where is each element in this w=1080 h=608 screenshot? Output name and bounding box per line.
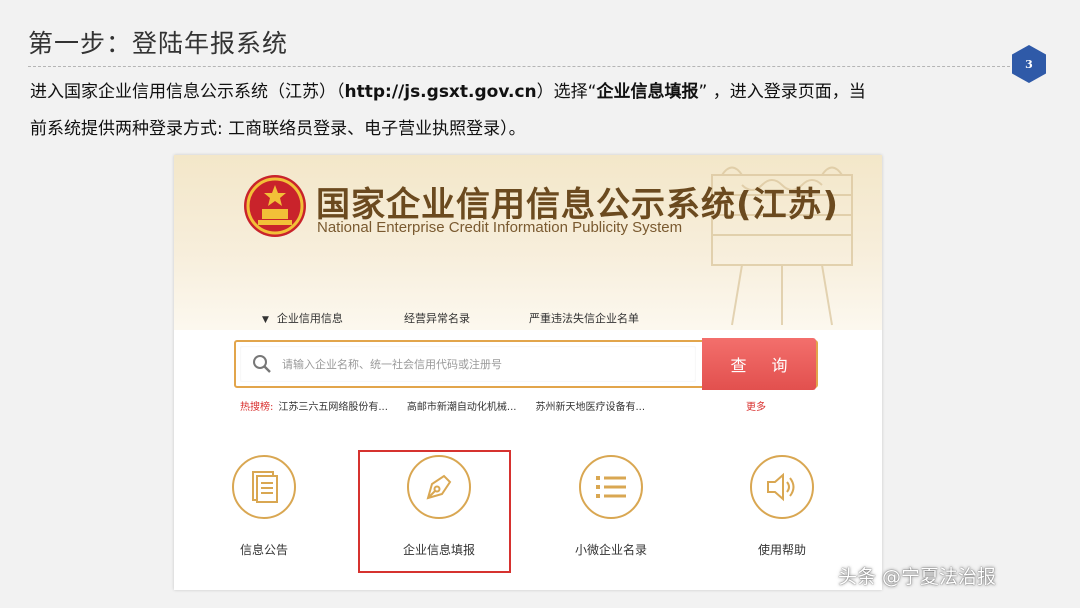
func-small-enterprise-list[interactable]: 小微企业名录 [536, 455, 686, 558]
caret-down-icon: ▼ [262, 315, 269, 325]
hot-search-item[interactable]: 高邮市新潮自动化机械... [407, 402, 517, 413]
hot-search-row: 热搜榜: 江苏三六五网络股份有... 高邮市新潮自动化机械... 苏州新天地医疗设备有… [240, 398, 659, 413]
desc-url: http://js.gsxt.gov.cn [344, 82, 537, 102]
hot-search-item[interactable]: 江苏三六五网络股份有... [278, 402, 388, 413]
desc-part2: ）选择“ [536, 82, 597, 102]
func-label: 信息公告 [239, 543, 288, 557]
nav-label: 企业信用信息 [276, 312, 343, 325]
website-screenshot: 国家企业信用信息公示系统(江苏) National Enterprise Cre… [174, 155, 882, 590]
func-help[interactable]: 使用帮助 [707, 455, 857, 558]
search-button[interactable]: 查 询 [702, 338, 816, 390]
speaker-icon [767, 472, 795, 502]
desc-bold: 企业信息填报 [596, 82, 699, 102]
func-info-notice[interactable]: 信息公告 [189, 455, 339, 558]
site-subtitle: National Enterprise Credit Information P… [317, 219, 683, 236]
hot-search-item[interactable]: 苏州新天地医疗设备有... [535, 402, 645, 413]
description: 进入国家企业信用信息公示系统（江苏）（http://js.gsxt.gov.cn… [30, 74, 1040, 148]
site-banner: 国家企业信用信息公示系统(江苏) National Enterprise Cre… [174, 155, 882, 330]
desc-part3: ” ，进入登录页面，当 [698, 82, 866, 102]
nav-abnormal-list[interactable]: 经营异常名录 [404, 310, 470, 326]
func-label: 小微企业名录 [574, 543, 647, 557]
search-box [240, 346, 696, 382]
slide-title: 第一步：登陆年报系统 [28, 29, 289, 58]
nav-blacklist[interactable]: 严重违法失信企业名单 [529, 310, 639, 326]
func-label: 使用帮助 [757, 543, 806, 557]
nav-enterprise-credit[interactable]: ▼ 企业信用信息 [262, 310, 343, 326]
search-input[interactable] [282, 346, 682, 382]
desc-part1: 进入国家企业信用信息公示系统（江苏）（ [30, 82, 345, 102]
title-divider [28, 66, 1030, 67]
list-icon [596, 476, 626, 498]
watermark: 头条 @宁夏法治报 [838, 566, 997, 588]
national-emblem-icon [244, 175, 306, 237]
highlight-frame [358, 450, 511, 573]
search-icon [253, 355, 271, 373]
desc-line2: 前系统提供两种登录方式: 工商联络员登录、电子营业执照登录）。 [30, 119, 526, 139]
document-icon [252, 471, 278, 503]
hot-search-label: 热搜榜: [240, 402, 274, 413]
hot-more-link[interactable]: 更多 [746, 398, 766, 413]
